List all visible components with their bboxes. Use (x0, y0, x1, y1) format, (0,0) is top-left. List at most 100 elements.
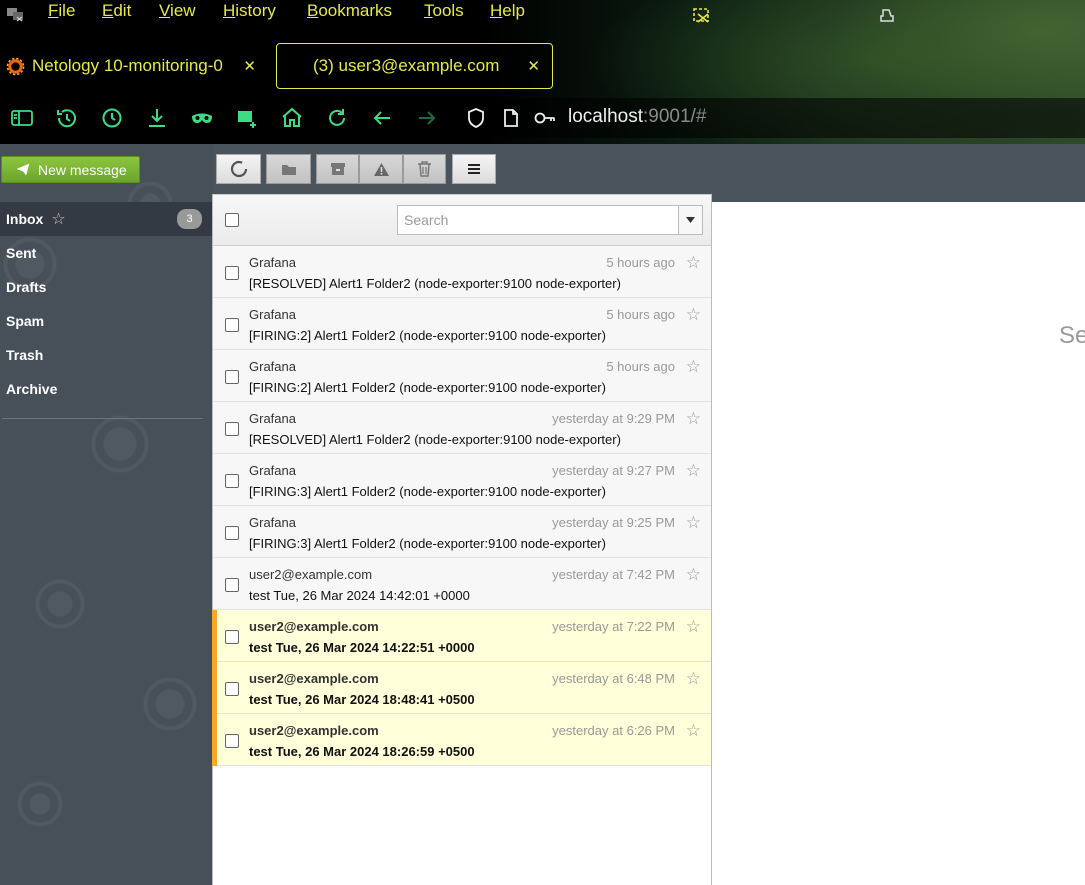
message-subject: test Tue, 26 Mar 2024 18:48:41 +0500 (249, 692, 475, 707)
message-checkbox[interactable] (225, 526, 239, 540)
message-date: yesterday at 7:22 PM (552, 619, 675, 634)
private-mask-icon[interactable] (190, 106, 214, 130)
reload-icon[interactable] (325, 106, 349, 130)
more-menu-button[interactable] (452, 154, 496, 184)
star-icon[interactable]: ☆ (686, 721, 701, 741)
message-row[interactable]: Grafana yesterday at 9:27 PM ☆ [FIRING:3… (213, 454, 711, 506)
search-options-dropdown[interactable] (678, 206, 702, 234)
page-icon[interactable] (502, 108, 520, 128)
forward-arrow-icon[interactable] (415, 106, 439, 130)
search-input[interactable] (398, 206, 678, 234)
archive-box-icon (330, 163, 345, 175)
message-date: 5 hours ago (606, 307, 675, 322)
message-checkbox[interactable] (225, 682, 239, 696)
tray-app-icon[interactable] (877, 6, 897, 26)
star-icon[interactable]: ☆ (686, 305, 701, 325)
spam-button[interactable] (359, 154, 403, 184)
move-to-folder-button[interactable] (266, 154, 311, 184)
menu-history[interactable]: History (223, 0, 276, 22)
message-row[interactable]: Grafana 5 hours ago ☆ [FIRING:2] Alert1 … (213, 298, 711, 350)
message-row[interactable]: user2@example.com yesterday at 7:42 PM ☆… (213, 558, 711, 610)
message-checkbox[interactable] (225, 578, 239, 592)
star-icon[interactable]: ☆ (686, 409, 701, 429)
sidebar-item-trash[interactable]: Trash (0, 338, 213, 372)
history-icon[interactable] (55, 106, 79, 130)
sidebar-item-inbox[interactable]: Inbox ☆ 3 (0, 202, 213, 236)
close-icon[interactable]: ✕ (243, 57, 256, 75)
message-date: yesterday at 6:48 PM (552, 671, 675, 686)
sidebar-item-sent[interactable]: Sent (0, 236, 213, 270)
grafana-icon (6, 57, 25, 76)
sidebar-item-drafts[interactable]: Drafts (0, 270, 213, 304)
message-sender: Grafana (249, 359, 296, 374)
reload-messages-button[interactable] (216, 154, 261, 184)
message-checkbox[interactable] (225, 266, 239, 280)
menu-tools[interactable]: Tools (424, 0, 464, 22)
back-arrow-icon[interactable] (370, 106, 394, 130)
download-icon[interactable] (145, 106, 169, 130)
message-checkbox[interactable] (225, 318, 239, 332)
menu-file[interactable]: File (48, 0, 75, 22)
star-icon[interactable]: ☆ (686, 669, 701, 689)
sidebar-item-spam[interactable]: Spam (0, 304, 213, 338)
trash-icon (418, 161, 431, 177)
menu-help[interactable]: Help (490, 0, 525, 22)
unread-count-badge: 3 (177, 209, 202, 229)
message-date: yesterday at 9:25 PM (552, 515, 675, 530)
tab-netology[interactable]: Netology 10-monitoring-0 ✕ (0, 43, 268, 89)
message-checkbox[interactable] (225, 630, 239, 644)
tab-title: (3) user3@example.com (313, 56, 500, 75)
folder-label: Sent (6, 245, 37, 261)
folder-label: Inbox (6, 211, 44, 227)
message-sender: Grafana (249, 307, 296, 322)
message-row[interactable]: Grafana yesterday at 9:29 PM ☆ [RESOLVED… (213, 402, 711, 454)
message-row-unread[interactable]: user2@example.com yesterday at 7:22 PM ☆… (212, 610, 711, 662)
spinner-icon (230, 160, 247, 178)
archive-button[interactable] (316, 154, 359, 184)
message-row-unread[interactable]: user2@example.com yesterday at 6:48 PM ☆… (212, 662, 711, 714)
message-sender: user2@example.com (249, 671, 379, 686)
message-row-unread[interactable]: user2@example.com yesterday at 6:26 PM ☆… (212, 714, 711, 766)
delete-button[interactable] (403, 154, 446, 184)
message-sender: user2@example.com (249, 567, 373, 582)
home-icon[interactable] (280, 106, 304, 130)
menu-bookmarks[interactable]: Bookmarks (307, 0, 392, 22)
message-subject: [RESOLVED] Alert1 Folder2 (node-exporter… (249, 276, 621, 291)
network-icon[interactable] (6, 6, 24, 22)
webmail-app: New message Inbox ☆ 3 Sent Drafts Spam T… (0, 144, 1085, 885)
message-checkbox[interactable] (225, 370, 239, 384)
message-date: 5 hours ago (606, 255, 675, 270)
screenshot-tool-icon[interactable] (692, 6, 712, 26)
message-row[interactable]: Grafana 5 hours ago ☆ [RESOLVED] Alert1 … (213, 246, 711, 298)
menu-view[interactable]: View (159, 0, 196, 22)
star-icon[interactable]: ☆ (686, 617, 701, 637)
message-subject: [FIRING:2] Alert1 Folder2 (node-exporter… (249, 380, 606, 395)
sidebar-item-archive[interactable]: Archive (0, 372, 213, 406)
star-icon[interactable]: ☆ (686, 253, 701, 273)
clock-icon[interactable] (100, 106, 124, 130)
message-date: 5 hours ago (606, 359, 675, 374)
message-list-header (213, 195, 711, 246)
tab-user3-mail[interactable]: (3) user3@example.com ✕ (276, 43, 553, 89)
url-text[interactable]: localhost:9001/# (568, 106, 706, 128)
message-row[interactable]: Grafana 5 hours ago ☆ [FIRING:2] Alert1 … (213, 350, 711, 402)
star-icon[interactable]: ☆ (686, 461, 701, 481)
new-message-button[interactable]: New message (1, 156, 140, 183)
key-icon[interactable] (534, 110, 556, 126)
message-checkbox[interactable] (225, 422, 239, 436)
star-icon[interactable]: ☆ (51, 209, 65, 229)
menu-edit[interactable]: Edit (102, 0, 131, 22)
message-row[interactable]: Grafana yesterday at 9:25 PM ☆ [FIRING:3… (213, 506, 711, 558)
message-date: yesterday at 6:26 PM (552, 723, 675, 738)
star-icon[interactable]: ☆ (686, 513, 701, 533)
close-icon[interactable]: ✕ (527, 57, 540, 75)
message-checkbox[interactable] (225, 734, 239, 748)
sidebar-icon[interactable] (10, 106, 34, 130)
folder-label: Archive (6, 381, 58, 397)
star-icon[interactable]: ☆ (686, 565, 701, 585)
message-checkbox[interactable] (225, 474, 239, 488)
extension-icon[interactable] (235, 106, 259, 130)
shield-icon[interactable] (466, 107, 486, 129)
select-all-checkbox[interactable] (225, 213, 239, 227)
star-icon[interactable]: ☆ (686, 357, 701, 377)
